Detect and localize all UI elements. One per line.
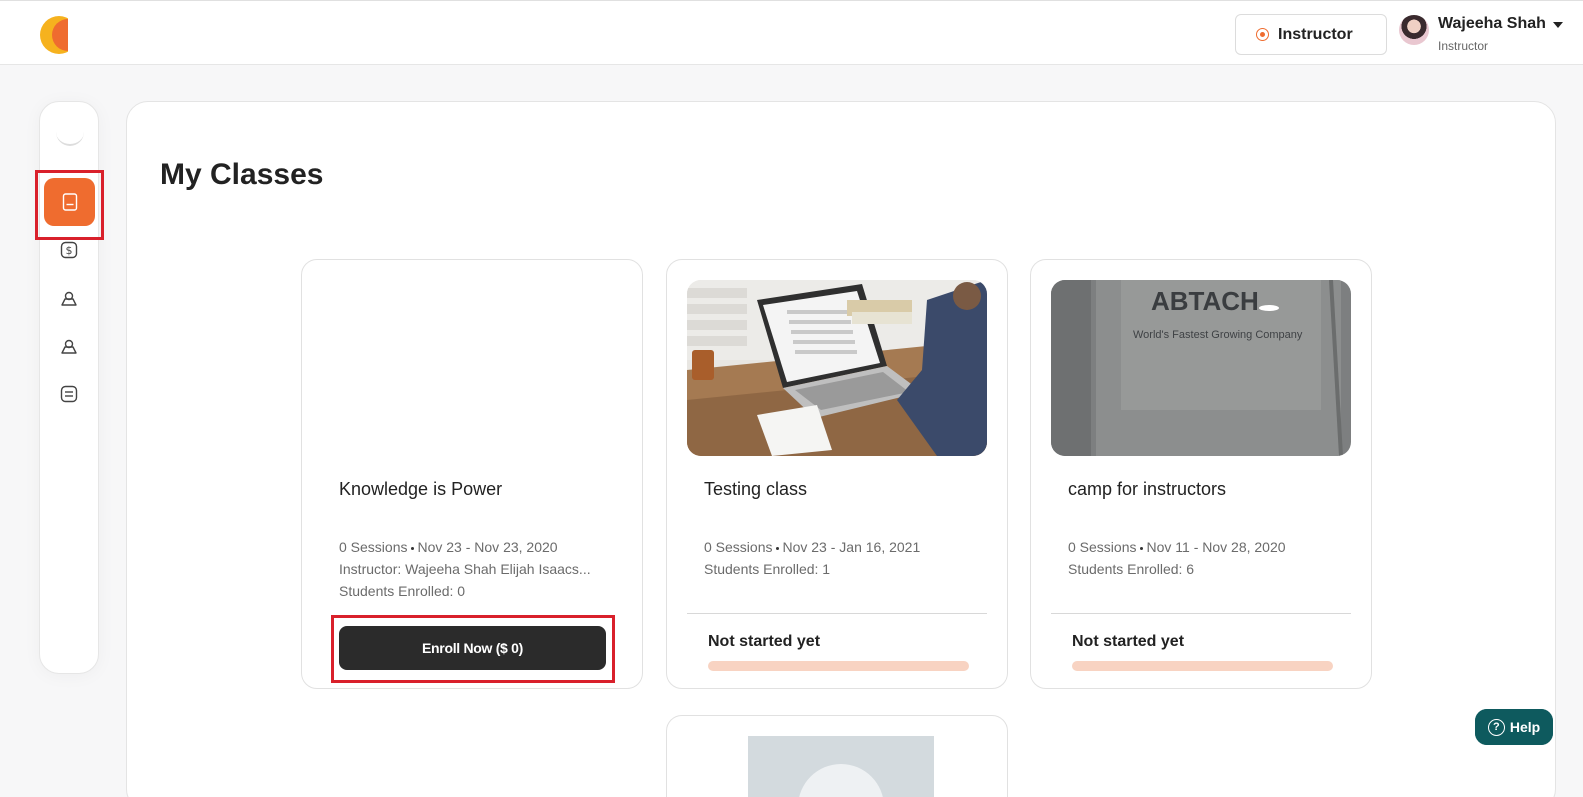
class-schedule: 0 Sessions Nov 23 - Nov 23, 2020: [339, 539, 558, 555]
user-name[interactable]: Wajeeha Shah: [1438, 15, 1546, 33]
page-title: My Classes: [160, 158, 324, 191]
sidebar-item-instructors[interactable]: [58, 335, 80, 357]
sidebar-item-reports[interactable]: [58, 383, 80, 405]
question-icon: ?: [1487, 718, 1505, 736]
session-count: 0 Sessions: [339, 539, 408, 555]
role-label: Instructor: [1278, 25, 1353, 43]
highlight-annotation: [331, 615, 615, 683]
svg-text:$: $: [66, 244, 73, 257]
divider: [1051, 613, 1351, 614]
user-icon: [61, 339, 77, 354]
help-button[interactable]: ? Help: [1475, 709, 1553, 745]
students-enrolled: Students Enrolled: 6: [1068, 561, 1195, 577]
students-enrolled: Students Enrolled: 1: [704, 561, 831, 577]
class-title[interactable]: Testing class: [704, 479, 807, 500]
class-title[interactable]: camp for instructors: [1068, 479, 1226, 500]
sidebar-item-payments[interactable]: $: [58, 239, 80, 261]
class-dates: Nov 23 - Jan 16, 2021: [782, 539, 921, 555]
top-bar: Instructor Wajeeha Shah Instructor: [0, 0, 1583, 65]
dollar-icon: $: [60, 241, 78, 259]
class-thumbnail: [687, 280, 987, 456]
chevron-down-icon[interactable]: [1553, 22, 1563, 28]
main-panel: My Classes Knowledge is Power 0 Sessions…: [126, 101, 1556, 797]
class-card[interactable]: Testing class 0 Sessions Nov 23 - Jan 16,…: [666, 259, 1008, 689]
user-icon: [61, 291, 77, 306]
class-title[interactable]: Knowledge is Power: [339, 479, 502, 500]
user-role: Instructor: [1438, 39, 1489, 53]
class-card[interactable]: ABTACH World's Fastest Growing Company c…: [1030, 259, 1372, 689]
avatar[interactable]: [1399, 15, 1429, 45]
class-status: Not started yet: [1072, 633, 1185, 650]
sidebar-item-students[interactable]: [58, 287, 80, 309]
progress-bar: [1072, 661, 1333, 671]
session-count: 0 Sessions: [704, 539, 773, 555]
image-headline: ABTACH: [1151, 286, 1259, 316]
list-icon: [60, 385, 78, 403]
class-card[interactable]: Knowledge is Power 0 Sessions Nov 23 - No…: [301, 259, 643, 689]
class-schedule: 0 Sessions Nov 23 - Jan 16, 2021: [704, 539, 920, 555]
divider: [687, 613, 987, 614]
class-status: Not started yet: [708, 633, 821, 650]
highlight-annotation: [35, 170, 104, 240]
class-instructors: Instructor: Wajeeha Shah Elijah Isaacs..…: [339, 561, 591, 577]
class-thumbnail: ABTACH World's Fastest Growing Company: [1051, 280, 1351, 456]
class-dates: Nov 11 - Nov 28, 2020: [1146, 539, 1286, 555]
progress-bar: [708, 661, 969, 671]
radio-dot-icon: [1256, 28, 1269, 41]
students-enrolled: Students Enrolled: 0: [339, 583, 466, 599]
image-tagline: World's Fastest Growing Company: [1133, 329, 1303, 341]
help-label: Help: [1509, 719, 1541, 735]
session-count: 0 Sessions: [1068, 539, 1137, 555]
role-switch-button[interactable]: Instructor: [1235, 14, 1387, 55]
logo-icon[interactable]: [38, 11, 72, 59]
class-dates: Nov 23 - Nov 23, 2020: [417, 539, 558, 555]
class-card[interactable]: [666, 715, 1008, 797]
class-schedule: 0 Sessions Nov 11 - Nov 28, 2020: [1068, 539, 1286, 555]
loading-spinner-icon: [56, 118, 84, 146]
class-thumbnail-placeholder: [748, 736, 934, 797]
